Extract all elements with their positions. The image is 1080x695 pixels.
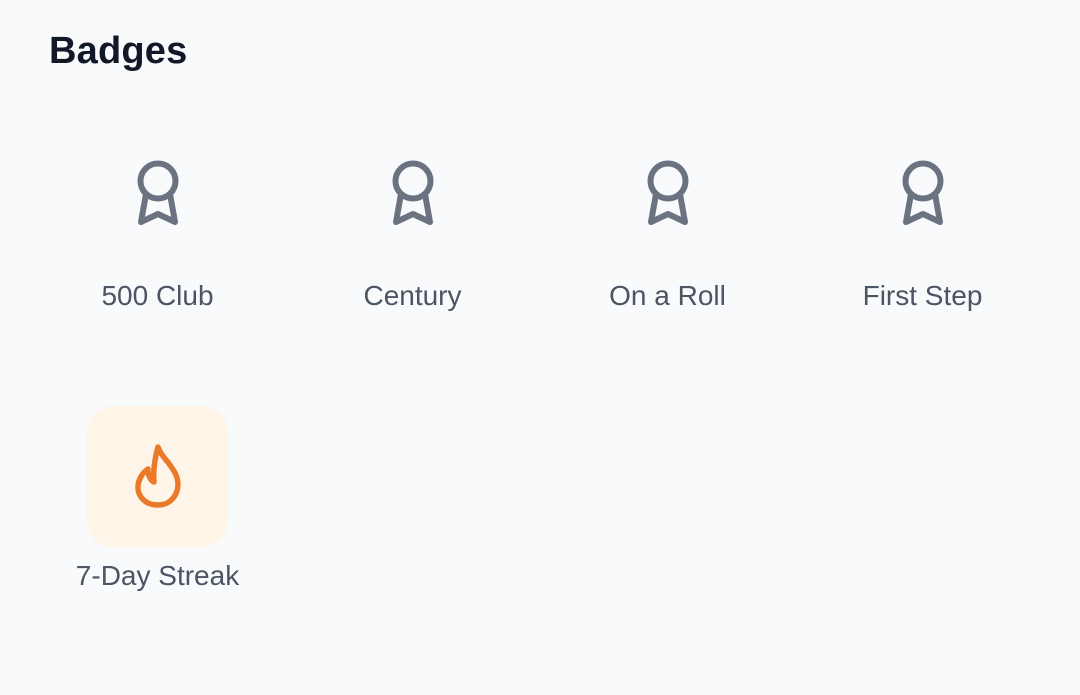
- badge-icon-container: [597, 124, 738, 265]
- badge-label: 500 Club: [101, 280, 214, 311]
- badge-500-club[interactable]: 500 Club: [30, 123, 285, 405]
- badge-icon-container: [342, 124, 483, 265]
- badge-icon-container: [852, 124, 993, 265]
- badge-first-step[interactable]: First Step: [795, 123, 1050, 405]
- award-ribbon-icon: [902, 160, 943, 225]
- badge-label: On a Roll: [609, 280, 726, 311]
- award-ribbon-icon: [392, 160, 433, 225]
- award-ribbon-icon: [647, 160, 688, 225]
- badge-label: 7-Day Streak: [75, 560, 240, 591]
- page-title: Badges: [49, 30, 188, 72]
- award-ribbon-icon: [137, 160, 178, 225]
- badge-century[interactable]: Century: [285, 123, 540, 405]
- badge-icon-container: [87, 124, 228, 265]
- badges-page: Badges 500 Club Century On a Roll First …: [0, 0, 1080, 695]
- badges-grid: 500 Club Century On a Roll First Step 7-…: [30, 123, 1050, 687]
- badge-icon-container: [87, 406, 228, 547]
- badge-label: First Step: [862, 280, 983, 311]
- badge-label: Century: [363, 280, 462, 311]
- flame-icon: [134, 443, 181, 508]
- badge-7-day-streak[interactable]: 7-Day Streak: [30, 405, 285, 687]
- badge-on-a-roll[interactable]: On a Roll: [540, 123, 795, 405]
